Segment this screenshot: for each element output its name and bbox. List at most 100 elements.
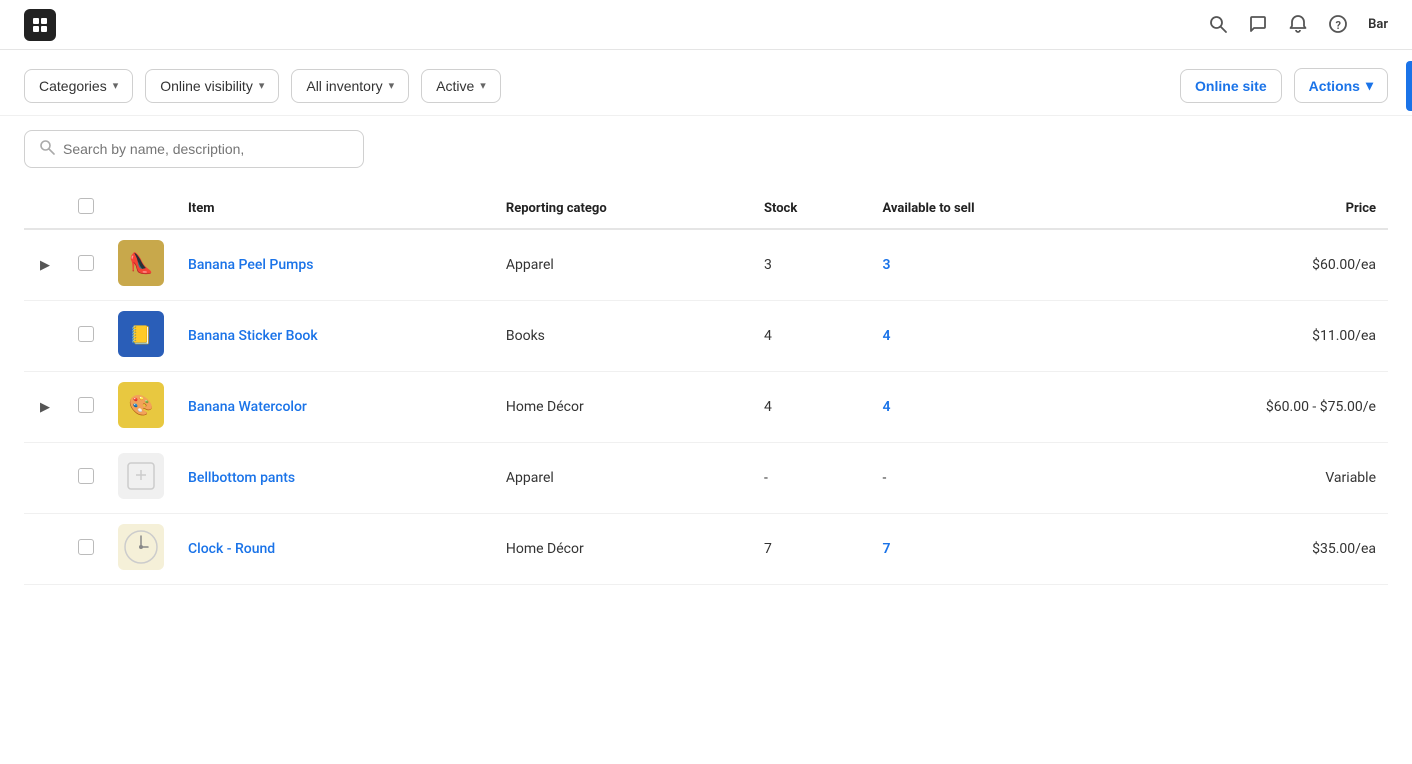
inventory-table: Item Reporting catego Stock Available to… <box>24 188 1388 585</box>
available-cell: 4 <box>870 372 1110 443</box>
bell-icon[interactable] <box>1288 14 1310 36</box>
checkbox-cell <box>66 443 106 514</box>
expand-cell <box>24 443 66 514</box>
blue-accent-bar <box>1406 61 1412 111</box>
available-value: 7 <box>882 541 890 557</box>
chevron-down-icon: ▾ <box>113 79 119 92</box>
category-cell: Books <box>494 301 752 372</box>
available-cell: 7 <box>870 514 1110 585</box>
top-bar: ? Bar <box>0 0 1412 50</box>
expand-button[interactable]: ▶ <box>36 255 54 275</box>
category-cell: Home Décor <box>494 372 752 443</box>
stock-cell: 7 <box>752 514 871 585</box>
stock-cell: 3 <box>752 229 871 301</box>
item-name-cell: Banana Watercolor <box>176 372 494 443</box>
svg-text:🎨: 🎨 <box>129 393 154 417</box>
item-name-link[interactable]: Bellbottom pants <box>188 470 295 486</box>
checkbox-cell <box>66 372 106 443</box>
price-cell: $60.00/ea <box>1111 229 1388 301</box>
table-row: ▶ 🎨 Banana Watercolor Home Décor 4 4 $60… <box>24 372 1388 443</box>
table-row: Clock - Round Home Décor 7 7 $35.00/ea <box>24 514 1388 585</box>
stock-cell: 4 <box>752 301 871 372</box>
search-wrapper <box>0 116 1412 168</box>
svg-text:?: ? <box>1336 19 1342 32</box>
chevron-down-icon: ▾ <box>259 79 265 92</box>
thumbnail-cell <box>106 443 176 514</box>
chevron-down-icon: ▾ <box>480 79 486 92</box>
item-name-link[interactable]: Clock - Round <box>188 541 275 557</box>
col-expand <box>24 188 66 229</box>
item-name-link[interactable]: Banana Watercolor <box>188 399 307 415</box>
col-price: Price <box>1111 188 1388 229</box>
price-cell: Variable <box>1111 443 1388 514</box>
expand-button[interactable]: ▶ <box>36 397 54 417</box>
svg-text:📒: 📒 <box>130 325 152 346</box>
price-cell: $35.00/ea <box>1111 514 1388 585</box>
user-avatar[interactable]: Bar <box>1368 17 1388 32</box>
checkbox-cell <box>66 514 106 585</box>
category-cell: Apparel <box>494 229 752 301</box>
row-checkbox[interactable] <box>78 326 94 342</box>
available-value: - <box>882 470 886 486</box>
row-checkbox[interactable] <box>78 255 94 271</box>
inventory-table-wrapper: Item Reporting catego Stock Available to… <box>0 168 1412 585</box>
online-site-button[interactable]: Online site <box>1180 69 1282 103</box>
expand-cell <box>24 301 66 372</box>
help-icon[interactable]: ? <box>1328 14 1350 36</box>
available-cell: 4 <box>870 301 1110 372</box>
col-checkbox <box>66 188 106 229</box>
table-row: ▶ 👠 Banana Peel Pumps Apparel 3 3 $60.00… <box>24 229 1388 301</box>
search-input[interactable] <box>63 141 349 157</box>
select-all-checkbox[interactable] <box>78 198 94 214</box>
category-cell: Home Décor <box>494 514 752 585</box>
active-filter[interactable]: Active ▾ <box>421 69 501 103</box>
chevron-down-icon: ▾ <box>389 79 395 92</box>
online-visibility-filter[interactable]: Online visibility ▾ <box>145 69 279 103</box>
price-cell: $11.00/ea <box>1111 301 1388 372</box>
item-name-link[interactable]: Banana Peel Pumps <box>188 257 313 273</box>
available-value: 4 <box>882 328 890 344</box>
actions-button[interactable]: Actions ▾ <box>1294 68 1388 103</box>
top-bar-icons: ? Bar <box>1208 14 1388 36</box>
item-name-link[interactable]: Banana Sticker Book <box>188 328 318 344</box>
filter-bar: Categories ▾ Online visibility ▾ All inv… <box>0 50 1412 116</box>
row-checkbox[interactable] <box>78 397 94 413</box>
svg-text:👠: 👠 <box>129 251 154 275</box>
expand-cell: ▶ <box>24 229 66 301</box>
search-icon <box>39 139 55 159</box>
item-name-cell: Banana Sticker Book <box>176 301 494 372</box>
categories-filter[interactable]: Categories ▾ <box>24 69 133 103</box>
available-cell: - <box>870 443 1110 514</box>
chat-icon[interactable] <box>1248 14 1270 36</box>
col-stock: Stock <box>752 188 871 229</box>
chevron-down-icon: ▾ <box>1366 77 1373 94</box>
thumbnail-cell: 👠 <box>106 229 176 301</box>
logo-icon <box>24 9 56 41</box>
thumbnail-cell <box>106 514 176 585</box>
item-name-cell: Banana Peel Pumps <box>176 229 494 301</box>
search-icon[interactable] <box>1208 14 1230 36</box>
all-inventory-filter[interactable]: All inventory ▾ <box>291 69 409 103</box>
checkbox-cell <box>66 301 106 372</box>
stock-cell: 4 <box>752 372 871 443</box>
row-checkbox[interactable] <box>78 539 94 555</box>
col-available-to-sell: Available to sell <box>870 188 1110 229</box>
col-thumb <box>106 188 176 229</box>
search-bar <box>24 130 364 168</box>
col-item: Item <box>176 188 494 229</box>
table-row: Bellbottom pants Apparel - - Variable <box>24 443 1388 514</box>
logo <box>24 9 56 41</box>
table-header-row: Item Reporting catego Stock Available to… <box>24 188 1388 229</box>
col-reporting-category: Reporting catego <box>494 188 752 229</box>
checkbox-cell <box>66 229 106 301</box>
price-cell: $60.00 - $75.00/e <box>1111 372 1388 443</box>
available-cell: 3 <box>870 229 1110 301</box>
row-checkbox[interactable] <box>78 468 94 484</box>
thumbnail-cell: 📒 <box>106 301 176 372</box>
item-name-cell: Bellbottom pants <box>176 443 494 514</box>
expand-cell <box>24 514 66 585</box>
item-name-cell: Clock - Round <box>176 514 494 585</box>
table-body: ▶ 👠 Banana Peel Pumps Apparel 3 3 $60.00… <box>24 229 1388 585</box>
stock-cell: - <box>752 443 871 514</box>
available-value: 3 <box>882 257 890 273</box>
